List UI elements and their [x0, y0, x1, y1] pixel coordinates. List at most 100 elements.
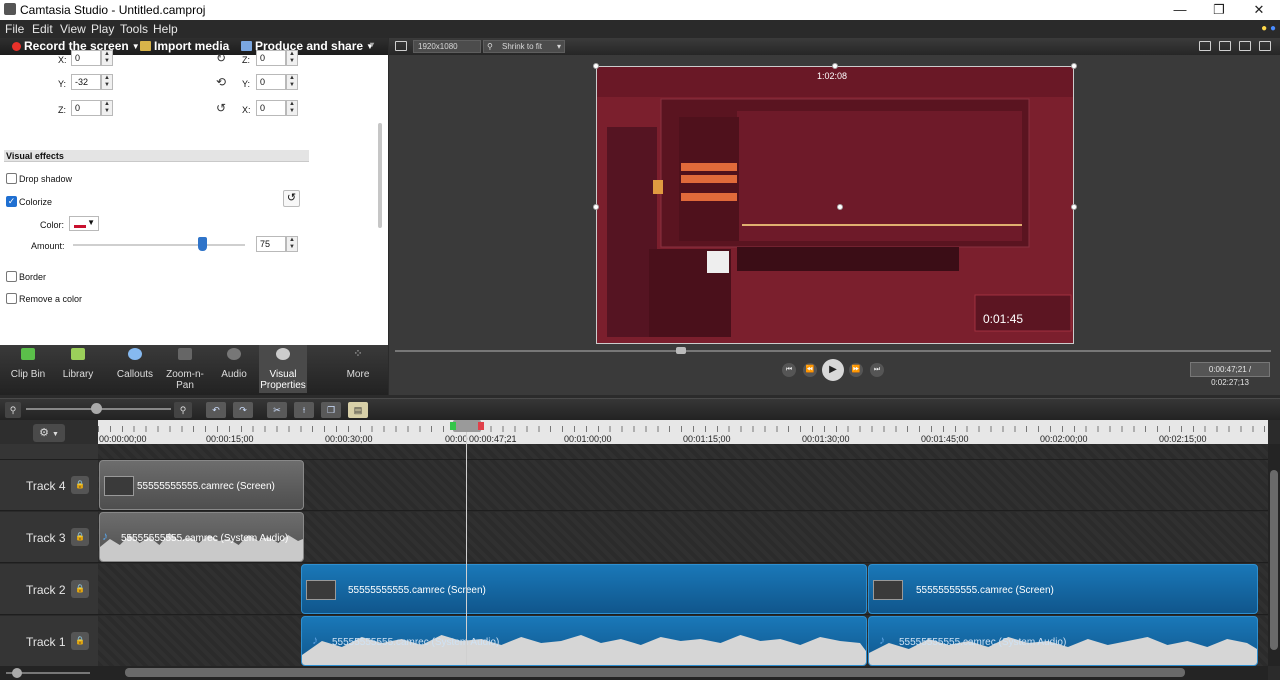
video-clip[interactable]: 55555555555.camrec (Screen) [868, 564, 1258, 614]
rotation-z-spinner[interactable]: ▲ ▼ [286, 50, 298, 66]
amount-spinner[interactable]: ▲ ▼ [286, 236, 298, 252]
menu-tools[interactable]: Tools [120, 22, 148, 36]
position-y-field[interactable]: -32 [71, 74, 101, 90]
pan-icon[interactable] [1219, 41, 1231, 51]
zoom-out-button[interactable]: ⚲ [5, 402, 21, 418]
tab-library[interactable]: Library [54, 345, 102, 393]
redo-button[interactable]: ↷ [233, 402, 253, 418]
lock-icon[interactable]: 🔒 [71, 632, 89, 650]
audio-clip[interactable]: ♪ 55555555555.camrec (System Audio) [868, 616, 1258, 666]
audio-clip[interactable]: ♪ 55555555555.camrec (System Audio) [99, 512, 304, 562]
timeline-settings-button[interactable]: ⚙ ▼ [33, 424, 65, 442]
rotation-x-field[interactable]: 0 [256, 100, 286, 116]
help-icon[interactable]: ● [1270, 23, 1276, 34]
timeline-horizontal-scroll-thumb[interactable] [125, 668, 1185, 677]
colorize-checkbox[interactable]: ✓ [6, 196, 17, 207]
timeline-zoom-thumb[interactable] [91, 403, 102, 414]
rotation-x-spinner[interactable]: ▲ ▼ [286, 100, 298, 116]
help-icons[interactable]: ● ● [1261, 23, 1276, 34]
rotation-z-field[interactable]: 0 [256, 50, 286, 66]
border-checkbox[interactable] [6, 271, 17, 282]
minimize-button[interactable]: — [1165, 1, 1195, 19]
timeline-ruler[interactable]: 00:00:00;00 00:00:15;00 00:00:30;00 00:0… [98, 420, 1268, 444]
video-clip[interactable]: 55555555555.camrec (Screen) [301, 564, 867, 614]
tab-zoom-n-pan[interactable]: Zoom-n-Pan [162, 345, 208, 393]
audio-clip[interactable]: ♪ 55555555555.camrec (System Audio) [301, 616, 867, 666]
rotation-y-spinner[interactable]: ▲ ▼ [286, 74, 298, 90]
maximize-button[interactable]: ❐ [1204, 1, 1234, 19]
track-height-thumb[interactable] [12, 668, 22, 678]
track-header-2[interactable]: Track 2 🔒 [0, 564, 98, 615]
tab-more[interactable]: ⁘ More [334, 345, 382, 393]
menu-play[interactable]: Play [91, 22, 114, 36]
split-button[interactable]: ⟊ [294, 402, 314, 418]
tab-clip-bin[interactable]: Clip Bin [4, 345, 52, 393]
detach-preview-icon[interactable] [1259, 41, 1271, 51]
playhead-line[interactable] [466, 420, 467, 665]
lock-icon[interactable]: 🔒 [71, 580, 89, 598]
crop-icon[interactable] [1199, 41, 1211, 51]
toolbar-overflow-icon[interactable]: ▾ [370, 40, 374, 49]
position-y-spinner[interactable]: ▲ ▼ [101, 74, 113, 90]
selection-end-marker[interactable] [478, 422, 484, 430]
color-dropdown[interactable]: ▼ [69, 216, 99, 231]
track-header-4[interactable]: Track 4 🔒 [0, 460, 98, 511]
lightbulb-icon[interactable]: ● [1261, 23, 1267, 34]
playhead-handle[interactable] [453, 420, 481, 432]
canvas-size-icon[interactable] [395, 41, 407, 51]
resize-handle-tl[interactable] [593, 63, 599, 69]
rotation-y-field[interactable]: 0 [256, 74, 286, 90]
track-header-3[interactable]: Track 3 🔒 [0, 512, 98, 563]
preview-scrubber-thumb[interactable] [676, 347, 686, 354]
remove-color-checkbox[interactable] [6, 293, 17, 304]
rewind-button[interactable]: ⏪ [803, 363, 817, 377]
track-lane-2[interactable]: 55555555555.camrec (Screen) 55555555555.… [98, 564, 1268, 615]
position-x-field[interactable]: 0 [71, 50, 101, 66]
preview-scrubber-track[interactable] [395, 350, 1271, 352]
properties-scrollbar[interactable] [378, 123, 382, 228]
tab-audio[interactable]: Audio [212, 345, 256, 393]
menu-file[interactable]: File [5, 22, 24, 36]
zoom-dropdown[interactable]: ⚲ Shrink to fit ▾ [483, 40, 565, 53]
resize-handle-tr[interactable] [1071, 63, 1077, 69]
fullscreen-icon[interactable] [1239, 41, 1251, 51]
preview-canvas[interactable]: 0:01:45 1:02:08 [596, 66, 1074, 344]
position-z-field[interactable]: 0 [71, 100, 101, 116]
zoom-in-button[interactable]: ⚲ [174, 402, 192, 418]
menu-view[interactable]: View [60, 22, 86, 36]
selection-start-marker[interactable] [450, 422, 456, 430]
resolution-dropdown[interactable]: 1920x1080 [413, 40, 481, 53]
paste-button[interactable]: ▤ [348, 402, 368, 418]
undo-button[interactable]: ↶ [206, 402, 226, 418]
cut-button[interactable]: ✂ [267, 402, 287, 418]
next-clip-button[interactable]: ⏭ [870, 363, 884, 377]
drop-shadow-checkbox[interactable] [6, 173, 17, 184]
menu-help[interactable]: Help [153, 22, 178, 36]
amount-slider-track[interactable] [73, 244, 245, 246]
rotate-handle[interactable] [837, 204, 843, 210]
lock-icon[interactable]: 🔒 [71, 528, 89, 546]
tab-callouts[interactable]: Callouts [110, 345, 160, 393]
timeline-vertical-scroll-thumb[interactable] [1270, 470, 1278, 650]
position-x-spinner[interactable]: ▲ ▼ [101, 50, 113, 66]
amount-slider-thumb[interactable] [198, 237, 207, 251]
track-header-1[interactable]: Track 1 🔒 [0, 616, 98, 667]
resize-handle-r[interactable] [1071, 204, 1077, 210]
copy-button[interactable]: ❐ [321, 402, 341, 418]
previous-clip-button[interactable]: ⏮ [782, 363, 796, 377]
tab-visual-properties[interactable]: Visual Properties [259, 345, 307, 393]
track-lane-3[interactable]: ♪ 55555555555.camrec (System Audio) [98, 512, 1268, 563]
track-lane-1[interactable]: ♪ 55555555555.camrec (System Audio) ♪ 55… [98, 616, 1268, 667]
resize-handle-l[interactable] [593, 204, 599, 210]
close-button[interactable]: ✕ [1244, 1, 1274, 19]
amount-field[interactable]: 75 [256, 236, 286, 252]
fast-forward-button[interactable]: ⏩ [849, 363, 863, 377]
track-lane-4[interactable]: 55555555555.camrec (Screen) [98, 460, 1268, 511]
video-clip[interactable]: 55555555555.camrec (Screen) [99, 460, 304, 510]
menu-edit[interactable]: Edit [32, 22, 53, 36]
play-button[interactable]: ▶ [822, 359, 844, 381]
resize-handle-t[interactable] [832, 63, 838, 69]
lock-icon[interactable]: 🔒 [71, 476, 89, 494]
reset-colorize-button[interactable]: ↺ [283, 190, 300, 207]
position-z-spinner[interactable]: ▲ ▼ [101, 100, 113, 116]
